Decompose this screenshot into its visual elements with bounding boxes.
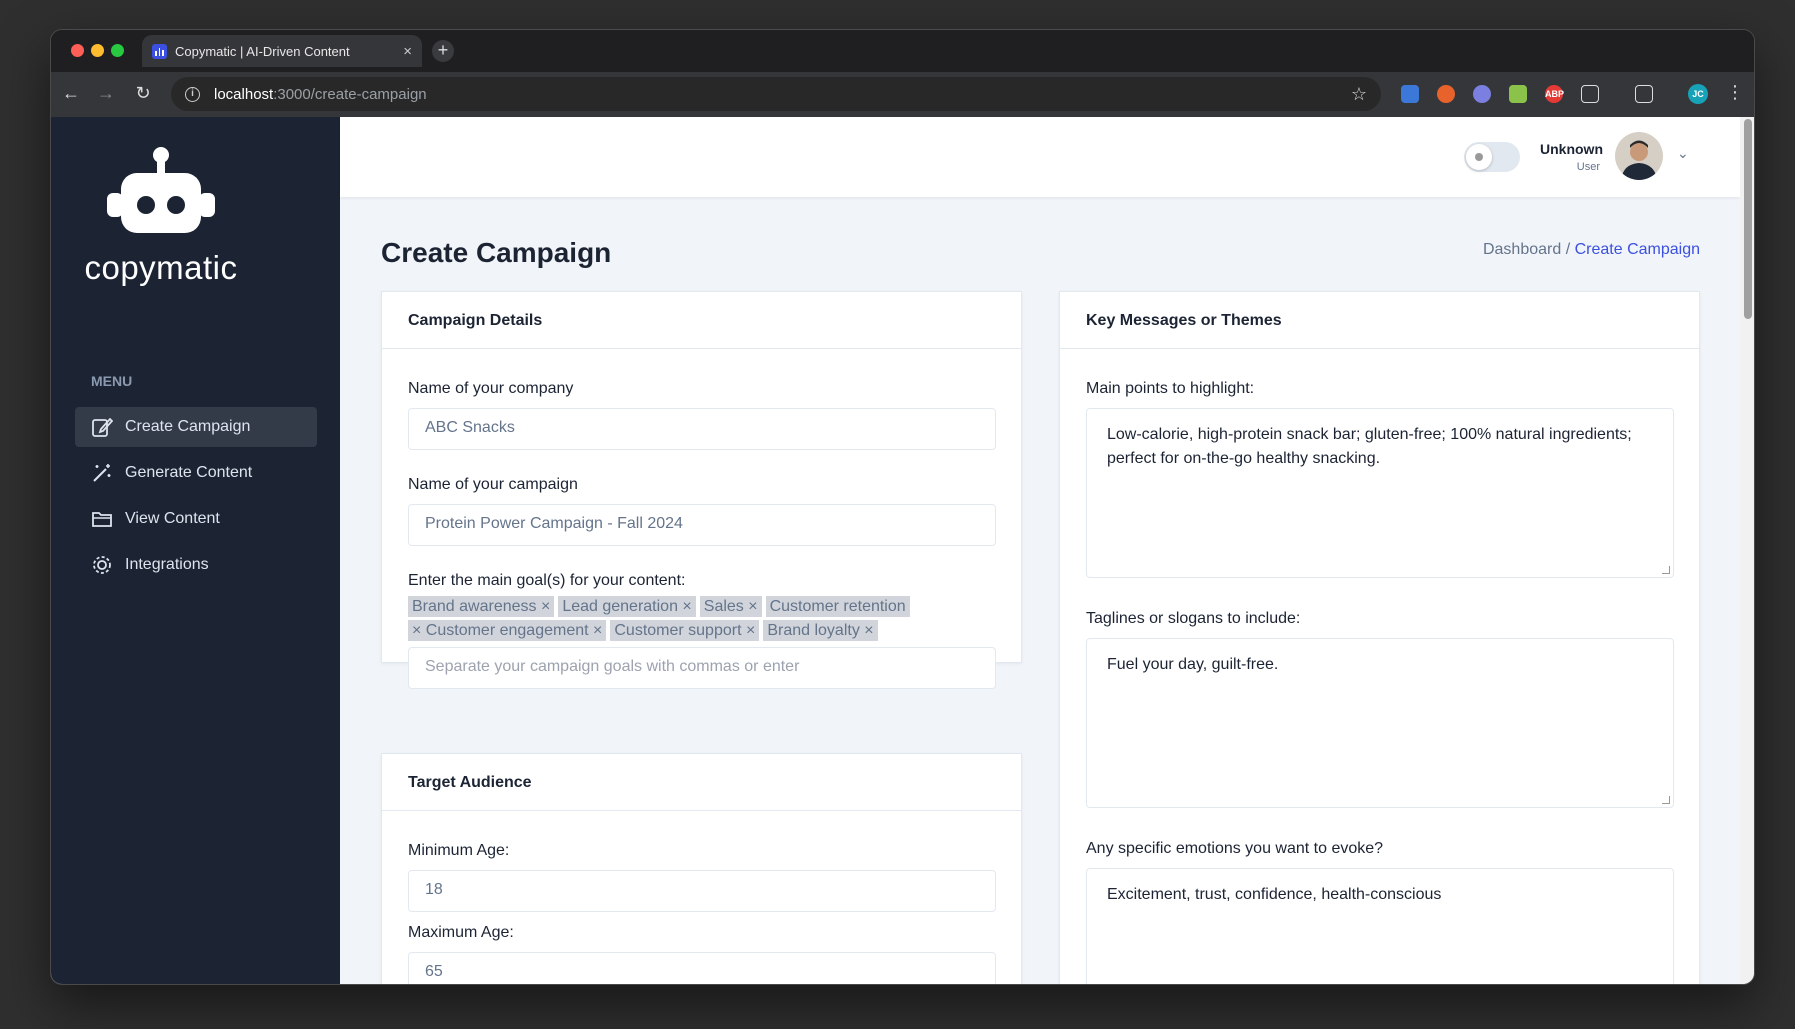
target-audience-card: Target Audience Minimum Age: 18 Maximum … xyxy=(381,753,1022,984)
top-header: Unknown User ⌄ xyxy=(340,117,1740,197)
min-age-input[interactable]: 18 xyxy=(408,870,996,912)
page-scrollbar[interactable] xyxy=(1740,117,1754,984)
menu-label: MENU xyxy=(91,373,133,389)
resize-handle-icon[interactable] xyxy=(1662,566,1670,574)
card-heading: Target Audience xyxy=(382,754,1021,811)
goals-tag-list: Brand awareness × Lead generation × Sales … xyxy=(408,595,928,643)
company-name-label: Name of your company xyxy=(408,380,574,397)
magic-wand-icon xyxy=(93,464,111,482)
bookmark-star-icon[interactable]: ☆ xyxy=(1351,84,1367,105)
goal-tag[interactable]: Lead generation × xyxy=(558,596,696,617)
maximize-window-button[interactable] xyxy=(111,44,124,57)
max-age-label: Maximum Age: xyxy=(408,924,514,941)
card-heading: Campaign Details xyxy=(382,292,1021,349)
sidebar: copymatic MENU Create Campaign Generate … xyxy=(51,117,340,984)
goals-label: Enter the main goal(s) for your content: xyxy=(408,572,686,589)
goal-tag[interactable]: × Customer engagement × xyxy=(408,620,607,641)
brand-name: copymatic xyxy=(84,249,238,286)
user-photo-icon xyxy=(1621,140,1657,180)
bitwarden-extension-icon[interactable] xyxy=(1401,85,1419,103)
forward-icon[interactable]: → xyxy=(95,83,117,104)
emotions-textarea[interactable]: Excitement, trust, confidence, health-co… xyxy=(1086,868,1674,984)
gear-icon xyxy=(93,556,111,574)
breadcrumb-dashboard-link[interactable]: Dashboard / xyxy=(1483,241,1570,258)
card-heading: Key Messages or Themes xyxy=(1060,292,1699,349)
puzzle-green-extension-icon[interactable] xyxy=(1509,85,1527,103)
taglines-label: Taglines or slogans to include: xyxy=(1086,610,1301,627)
sidebar-item-label: Create Campaign xyxy=(125,418,251,435)
user-name[interactable]: Unknown xyxy=(1540,141,1603,157)
goal-tag[interactable]: Brand loyalty × xyxy=(763,620,878,641)
profile-avatar[interactable]: JC xyxy=(1688,84,1708,104)
goal-tag[interactable]: Brand awareness × xyxy=(408,596,555,617)
browser-tab[interactable]: Copymatic | AI-Driven Content × xyxy=(142,35,422,67)
goal-tag[interactable]: Customer support × xyxy=(610,620,760,641)
site-info-icon[interactable]: i xyxy=(185,86,200,102)
sidebar-item-generate-content[interactable]: Generate Content xyxy=(75,453,317,493)
url-host: localhost xyxy=(214,85,274,103)
browser-window: Copymatic | AI-Driven Content × + ← → ↻ … xyxy=(50,29,1755,985)
browser-menu-icon[interactable]: ⋮ xyxy=(1726,82,1744,103)
sidebar-item-create-campaign[interactable]: Create Campaign xyxy=(75,407,317,447)
address-bar[interactable]: i localhost:3000/create-campaign ☆ xyxy=(171,77,1381,111)
url-path: :3000/create-campaign xyxy=(273,85,427,103)
campaign-details-card: Campaign Details Name of your company AB… xyxy=(381,291,1022,689)
new-tab-button[interactable]: + xyxy=(432,40,454,62)
tab-title: Copymatic | AI-Driven Content xyxy=(175,43,350,59)
sidebar-item-integrations[interactable]: Integrations xyxy=(75,545,317,585)
scrollbar-thumb[interactable] xyxy=(1744,119,1752,319)
main-points-textarea[interactable]: Low-calorie, high-protein snack bar; glu… xyxy=(1086,408,1674,578)
close-window-button[interactable] xyxy=(71,44,84,57)
metamask-extension-icon[interactable] xyxy=(1437,85,1455,103)
breadcrumb: Dashboard / Create Campaign xyxy=(1480,241,1700,259)
goal-tag[interactable]: Sales × xyxy=(699,596,762,617)
extensions-puzzle-icon[interactable] xyxy=(1581,85,1599,103)
sidebar-item-label: View Content xyxy=(125,510,220,527)
browser-toolbar: ← → ↻ i localhost:3000/create-campaign ☆… xyxy=(51,72,1754,117)
goal-tag[interactable]: Customer retention xyxy=(765,596,910,617)
min-age-label: Minimum Age: xyxy=(408,842,510,859)
edit-icon xyxy=(92,417,113,437)
chevron-down-icon[interactable]: ⌄ xyxy=(1677,145,1689,162)
reload-icon[interactable]: ↻ xyxy=(132,83,154,104)
web-page: copymatic MENU Create Campaign Generate … xyxy=(51,117,1754,984)
max-age-input[interactable]: 65 xyxy=(408,952,996,984)
avatar[interactable] xyxy=(1615,132,1663,180)
sun-icon xyxy=(1466,144,1492,170)
ghost-extension-icon[interactable] xyxy=(1473,85,1491,103)
campaign-name-label: Name of your campaign xyxy=(408,476,578,493)
copymatic-favicon-icon xyxy=(152,43,167,59)
tab-search-icon[interactable] xyxy=(1635,85,1653,103)
tab-close-icon[interactable]: × xyxy=(403,43,412,60)
sidebar-item-label: Generate Content xyxy=(125,464,253,481)
main-content: Create Campaign Dashboard / Create Campa… xyxy=(340,197,1740,984)
company-name-input[interactable]: ABC Snacks xyxy=(408,408,996,450)
folder-icon xyxy=(92,512,112,527)
emotions-label: Any specific emotions you want to evoke? xyxy=(1086,840,1384,857)
campaign-name-input[interactable]: Protein Power Campaign - Fall 2024 xyxy=(408,504,996,546)
taglines-textarea[interactable]: Fuel your day, guilt-free. xyxy=(1086,638,1674,808)
robot-logo-icon xyxy=(107,147,215,233)
minimize-window-button[interactable] xyxy=(91,44,104,57)
page-title: Create Campaign xyxy=(381,237,612,268)
tab-strip: Copymatic | AI-Driven Content × + xyxy=(51,30,1754,72)
key-messages-card: Key Messages or Themes Main points to hi… xyxy=(1059,291,1700,984)
sidebar-item-label: Integrations xyxy=(125,556,209,573)
breadcrumb-current: Create Campaign xyxy=(1574,241,1700,258)
back-icon[interactable]: ← xyxy=(60,83,82,104)
resize-handle-icon[interactable] xyxy=(1662,796,1670,804)
user-role: User xyxy=(1576,161,1600,173)
copymatic-logo[interactable]: copymatic xyxy=(81,145,241,287)
goals-input[interactable]: Separate your campaign goals with commas… xyxy=(408,647,996,689)
main-points-label: Main points to highlight: xyxy=(1086,380,1255,397)
dark-mode-toggle[interactable] xyxy=(1464,142,1520,172)
adblock-extension-icon[interactable]: ABP xyxy=(1545,85,1564,103)
sidebar-item-view-content[interactable]: View Content xyxy=(75,499,317,539)
